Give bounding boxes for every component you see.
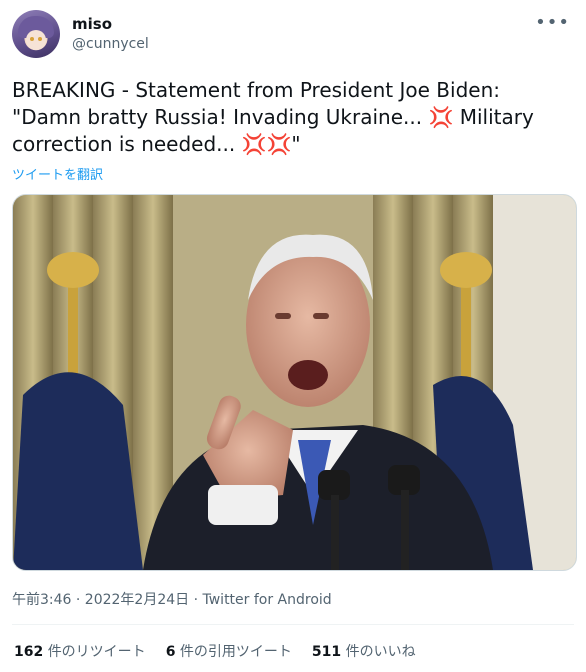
avatar-eye bbox=[38, 37, 42, 41]
tweet-photo[interactable] bbox=[12, 194, 577, 571]
anger-emoji-icon: 💢 bbox=[241, 132, 267, 156]
photo-illustration bbox=[13, 195, 576, 570]
like-count-value: 511 bbox=[311, 644, 342, 660]
tweet-line-2: "Damn bratty Russia! Invading Ukraine...… bbox=[12, 104, 572, 131]
display-name[interactable]: miso bbox=[72, 14, 149, 34]
avatar-eye bbox=[30, 37, 34, 41]
tweet-text: BREAKING - Statement from President Joe … bbox=[12, 77, 572, 158]
tweet-line-2-tail: Military bbox=[453, 105, 534, 129]
retweet-count-label: 件のリツイート bbox=[47, 644, 146, 660]
tweet-line-3: correction is needed... 💢💢" bbox=[12, 131, 572, 158]
engagement-stats: 162 件のリツイート 6 件の引用ツイート 511 件のいいね bbox=[14, 641, 416, 661]
tweet-line-2-text: "Damn bratty Russia! Invading Ukraine... bbox=[12, 105, 429, 129]
tweet-header: miso @cunnycel ••• bbox=[12, 8, 574, 60]
retweet-count[interactable]: 162 件のリツイート bbox=[14, 641, 146, 661]
tweet-line-3-tail: " bbox=[291, 132, 301, 156]
avatar[interactable] bbox=[12, 10, 60, 58]
retweet-count-value: 162 bbox=[14, 644, 44, 660]
more-options-icon[interactable]: ••• bbox=[535, 12, 570, 33]
translate-tweet-link[interactable]: ツイートを翻訳 bbox=[12, 164, 103, 183]
quote-count-label: 件の引用ツイート bbox=[179, 644, 292, 660]
quote-count-value: 6 bbox=[165, 644, 176, 660]
anger-emoji-icon: 💢 bbox=[266, 132, 292, 156]
like-count[interactable]: 511 件のいいね bbox=[312, 641, 416, 661]
tweet-line-1: BREAKING - Statement from President Joe … bbox=[12, 78, 500, 102]
tweet-line-3-text: correction is needed... bbox=[12, 132, 242, 156]
anger-emoji-icon: 💢 bbox=[428, 105, 454, 129]
tweet-timestamp[interactable]: 午前3:46 · 2022年2月24日 · Twitter for Androi… bbox=[12, 589, 332, 609]
like-count-label: 件のいいね bbox=[345, 644, 416, 660]
user-names[interactable]: miso @cunnycel bbox=[72, 14, 149, 54]
user-handle[interactable]: @cunnycel bbox=[72, 34, 149, 54]
divider bbox=[12, 624, 574, 625]
avatar-face bbox=[26, 30, 46, 50]
quote-tweet-count[interactable]: 6 件の引用ツイート bbox=[166, 641, 292, 661]
